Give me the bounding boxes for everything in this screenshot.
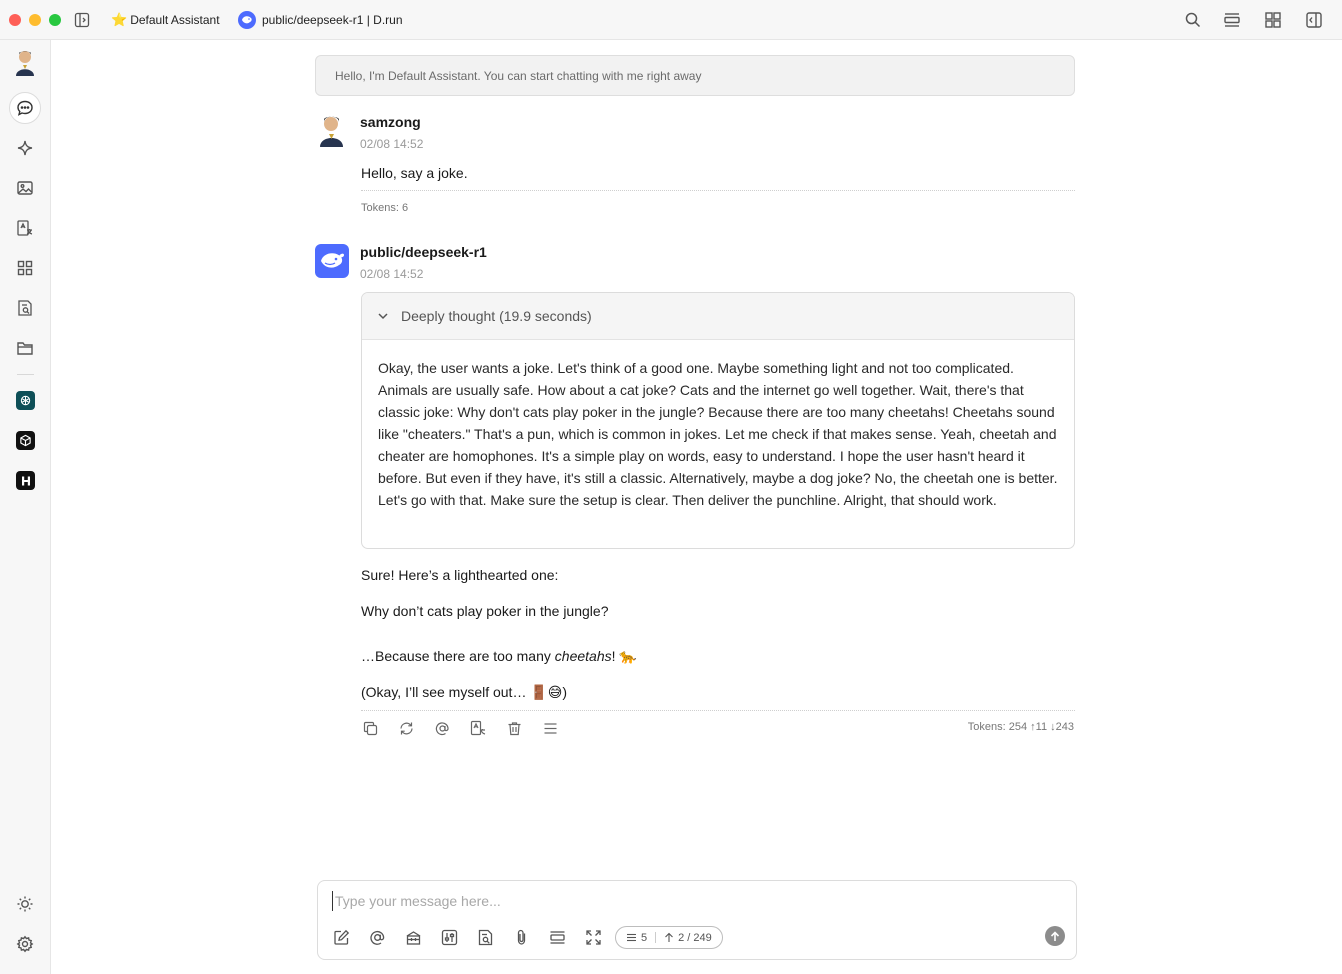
right-sidebar-icon[interactable] bbox=[1305, 11, 1323, 29]
sparkle-icon[interactable] bbox=[9, 132, 41, 164]
knowledge-icon[interactable] bbox=[476, 928, 494, 946]
clear-icon[interactable] bbox=[548, 928, 566, 946]
star-icon: ⭐ bbox=[111, 12, 128, 27]
tab-default-assistant[interactable]: ⭐ Default Assistant bbox=[111, 10, 220, 30]
settings-gear-icon[interactable] bbox=[9, 928, 41, 960]
translate-icon[interactable] bbox=[9, 212, 41, 244]
message-composer: 5 2 / 249 bbox=[317, 880, 1077, 960]
thinking-toggle[interactable]: Deeply thought (19.9 seconds) bbox=[362, 293, 1074, 340]
tab-label: Default Assistant bbox=[130, 13, 220, 27]
expand-icon[interactable] bbox=[584, 928, 602, 946]
left-rail bbox=[0, 40, 51, 974]
mention-icon[interactable] bbox=[433, 719, 451, 737]
regenerate-icon[interactable] bbox=[397, 719, 415, 737]
theme-sun-icon[interactable] bbox=[9, 888, 41, 920]
arrow-up-icon bbox=[665, 932, 674, 942]
pill-separator bbox=[655, 932, 657, 943]
tab-label: public/deepseek-r1 | D.run bbox=[262, 13, 403, 27]
cube-app-icon[interactable] bbox=[16, 431, 35, 450]
mention-icon[interactable] bbox=[368, 928, 386, 946]
prompt-library-icon[interactable] bbox=[404, 928, 422, 946]
delete-icon[interactable] bbox=[505, 719, 523, 737]
deepseek-avatar-icon bbox=[315, 244, 349, 278]
thinking-label: Deeply thought (19.9 seconds) bbox=[401, 308, 592, 324]
copy-icon[interactable] bbox=[361, 719, 379, 737]
grid-icon[interactable] bbox=[1264, 11, 1282, 29]
user-token-count: Tokens: 6 bbox=[361, 202, 409, 214]
settings-sliders-icon[interactable] bbox=[440, 928, 458, 946]
rail-divider bbox=[17, 374, 34, 375]
message-divider bbox=[361, 710, 1075, 711]
chevron-down-icon bbox=[378, 313, 388, 320]
menu-icon[interactable] bbox=[541, 719, 559, 737]
chat-icon[interactable] bbox=[9, 92, 41, 124]
assistant-welcome-banner: Hello, I'm Default Assistant. You can st… bbox=[315, 55, 1075, 96]
punchline-prefix: …Because there are too many bbox=[361, 648, 555, 664]
answer-intro: Sure! Here’s a lighthearted one: bbox=[361, 567, 559, 583]
sidebar-toggle-icon[interactable] bbox=[74, 12, 90, 28]
user-name: samzong bbox=[360, 114, 421, 130]
send-button[interactable] bbox=[1045, 926, 1065, 946]
message-input[interactable] bbox=[332, 891, 1032, 911]
answer-setup: Why don’t cats play poker in the jungle? bbox=[361, 603, 609, 619]
context-list-icon bbox=[627, 933, 636, 942]
zoom-window-button[interactable] bbox=[49, 14, 61, 26]
answer-punchline: …Because there are too many cheetahs! 🐆 bbox=[361, 648, 637, 665]
translate-icon[interactable] bbox=[469, 719, 487, 737]
apps-icon[interactable] bbox=[9, 252, 41, 284]
folder-icon[interactable] bbox=[9, 332, 41, 364]
punchline-suffix: ! 🐆 bbox=[611, 648, 637, 664]
thinking-text: Okay, the user wants a joke. Let's think… bbox=[378, 360, 1058, 508]
avatar[interactable] bbox=[12, 48, 38, 76]
minimize-window-button[interactable] bbox=[29, 14, 41, 26]
assistant-timestamp: 02/08 14:52 bbox=[360, 267, 424, 281]
close-window-button[interactable] bbox=[9, 14, 21, 26]
user-message-text: Hello, say a joke. bbox=[361, 165, 468, 181]
deepseek-logo-icon bbox=[238, 11, 256, 29]
image-icon[interactable] bbox=[9, 172, 41, 204]
tab-deepseek[interactable]: public/deepseek-r1 | D.run bbox=[238, 10, 403, 30]
h-app-icon[interactable] bbox=[16, 471, 35, 490]
knowledge-icon[interactable] bbox=[9, 292, 41, 324]
openai-app-icon[interactable] bbox=[16, 391, 35, 410]
thinking-panel: Deeply thought (19.9 seconds) Okay, the … bbox=[361, 292, 1075, 549]
assistant-token-count: Tokens: 254 ↑11 ↓243 bbox=[967, 721, 1074, 733]
context-token-pill[interactable]: 5 2 / 249 bbox=[615, 926, 723, 949]
user-timestamp: 02/08 14:52 bbox=[360, 137, 424, 151]
answer-outro: (Okay, I’ll see myself out… 🚪😅) bbox=[361, 684, 568, 700]
user-avatar bbox=[315, 113, 349, 147]
punchline-italic: cheetahs bbox=[554, 648, 612, 664]
message-divider bbox=[361, 190, 1075, 191]
search-icon[interactable] bbox=[1184, 11, 1202, 29]
assistant-name: public/deepseek-r1 bbox=[360, 244, 487, 260]
token-usage: 2 / 249 bbox=[678, 931, 712, 944]
attachment-icon[interactable] bbox=[512, 928, 530, 946]
title-bar: ⭐ Default Assistant public/deepseek-r1 |… bbox=[0, 0, 1342, 40]
topic-panel-icon[interactable] bbox=[1223, 11, 1241, 29]
context-count: 5 bbox=[641, 931, 648, 944]
new-topic-icon[interactable] bbox=[332, 928, 350, 946]
arrow-up-icon bbox=[1050, 930, 1060, 941]
